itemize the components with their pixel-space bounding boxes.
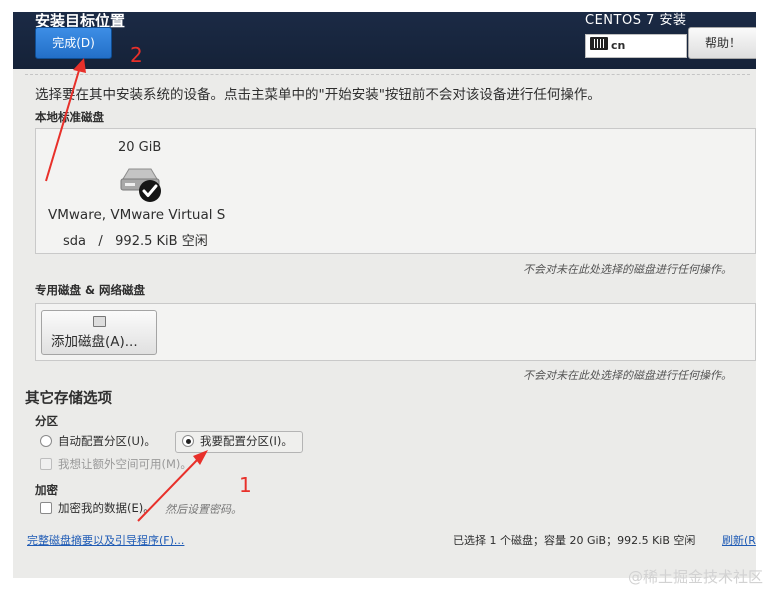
- annotation-step-2: 2: [130, 43, 143, 67]
- annotation-arrows: [45, 58, 208, 522]
- annotation-step-1: 1: [239, 473, 252, 497]
- arrow-to-manual-partition: [137, 457, 200, 522]
- arrow-head-2: [73, 58, 86, 73]
- watermark: @稀土掘金技术社区: [628, 568, 764, 586]
- arrow-to-done-button: [45, 66, 81, 182]
